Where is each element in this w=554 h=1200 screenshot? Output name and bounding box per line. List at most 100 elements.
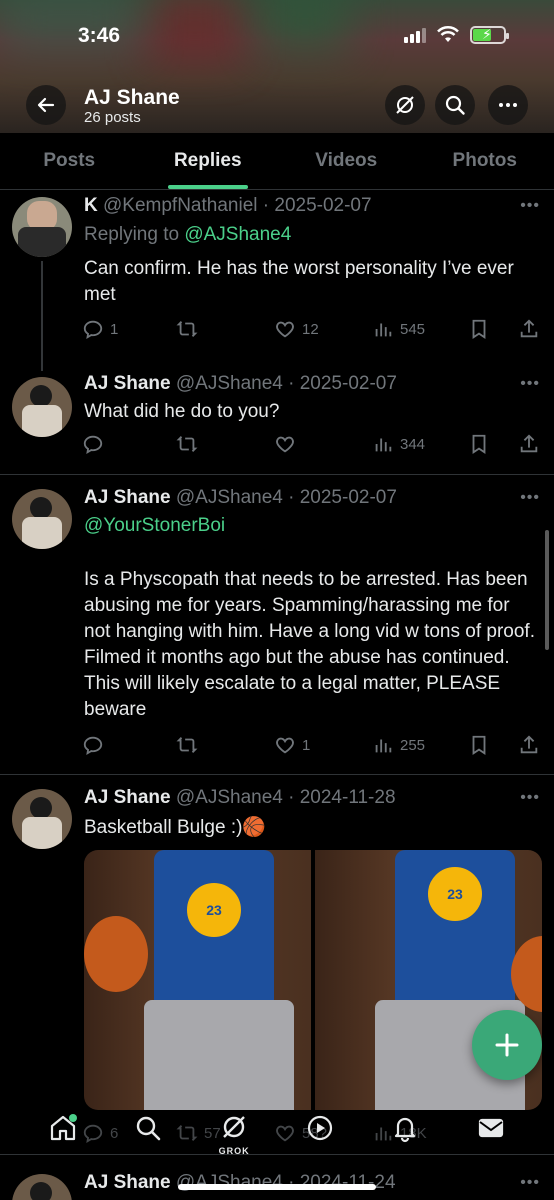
wifi-icon	[437, 26, 459, 42]
tweet-mention: @YourStonerBoi	[84, 513, 540, 539]
reply-icon	[83, 320, 103, 340]
author-name[interactable]: AJ Shane	[84, 1172, 171, 1193]
mail-icon	[479, 1118, 504, 1138]
tweet-text: Can confirm. He has the worst personalit…	[84, 258, 514, 305]
author-handle-date: @AJShane4 · 2025-02-07	[175, 373, 397, 394]
replying-to-prefix: Replying to	[84, 224, 185, 245]
play-circle-icon	[307, 1115, 332, 1141]
reply-icon	[83, 435, 103, 455]
share-button[interactable]	[518, 734, 540, 756]
author-name[interactable]: AJ Shane	[84, 487, 171, 508]
reply-icon	[83, 736, 103, 756]
views-icon	[375, 438, 392, 452]
bell-icon	[395, 1117, 416, 1143]
avatar[interactable]	[12, 1174, 72, 1200]
tweet[interactable]: AJ Shane @AJShane4 · 2024-11-24 •••	[0, 1160, 554, 1200]
avatar[interactable]	[12, 789, 72, 849]
tweet-more-icon[interactable]: •••	[520, 375, 540, 393]
more-button[interactable]	[488, 85, 528, 125]
author-name[interactable]: AJ Shane	[84, 787, 171, 808]
avatar[interactable]	[12, 489, 72, 549]
views-button[interactable]: 344	[372, 433, 425, 455]
nav-search[interactable]	[128, 1108, 168, 1148]
views-button[interactable]: 545	[372, 318, 425, 340]
media-photo-1[interactable]: 23	[84, 850, 311, 1110]
heart-icon	[276, 737, 294, 754]
notification-dot	[68, 1114, 77, 1122]
tweet-actions: 1 12 545	[82, 318, 542, 342]
repost-button[interactable]	[176, 433, 204, 455]
battery-icon: ⚡	[470, 26, 509, 44]
tab-label: Videos	[315, 150, 378, 171]
back-button[interactable]	[26, 85, 66, 125]
bookmark-button[interactable]	[468, 318, 490, 340]
tweet-actions: 1 255	[82, 734, 542, 758]
tab-replies[interactable]: Replies	[139, 133, 278, 189]
tweet-meta: AJ Shane @AJShane4 · 2024-11-24	[84, 1172, 396, 1194]
bottom-nav: GROK	[0, 1098, 554, 1158]
author-handle-date: @AJShane4 · 2024-11-28	[175, 787, 396, 808]
bookmark-button[interactable]	[468, 734, 490, 756]
tweet[interactable]: AJ Shane @AJShane4 · 2025-02-07 ••• @You…	[0, 475, 554, 775]
views-count: 255	[400, 736, 426, 754]
repost-icon	[176, 321, 198, 337]
tweet[interactable]: K @KempfNathaniel · 2025-02-07 ••• Reply…	[0, 191, 554, 371]
nav-notifications[interactable]	[385, 1108, 425, 1148]
tweet-text: What did he do to you?	[84, 401, 280, 422]
profile-name: AJ Shane	[84, 86, 180, 109]
replying-to: Replying to @AJShane4	[84, 224, 291, 246]
tab-videos[interactable]: Videos	[277, 133, 416, 189]
nav-home[interactable]	[43, 1108, 83, 1148]
shorts	[144, 1000, 294, 1110]
tweet-more-icon[interactable]: •••	[520, 1174, 540, 1192]
grok-button[interactable]	[385, 85, 425, 125]
heart-icon	[276, 321, 294, 338]
tweet-more-icon[interactable]: •••	[520, 197, 540, 215]
nav-media[interactable]	[300, 1108, 340, 1148]
author-name[interactable]: AJ Shane	[84, 373, 171, 394]
compose-button[interactable]	[472, 1010, 542, 1080]
replying-to-link[interactable]: @AJShane4	[184, 224, 291, 245]
reply-count: 1	[110, 320, 119, 338]
tab-photos[interactable]: Photos	[416, 133, 554, 189]
more-icon	[499, 103, 517, 107]
views-button[interactable]: 255	[372, 734, 425, 756]
team-logo: 23	[425, 864, 485, 924]
tab-posts[interactable]: Posts	[0, 133, 139, 189]
bookmark-button[interactable]	[468, 433, 490, 455]
reply-button[interactable]	[82, 734, 110, 756]
share-button[interactable]	[518, 318, 540, 340]
reply-button[interactable]: 1	[82, 318, 118, 340]
avatar[interactable]	[12, 197, 72, 257]
nav-grok[interactable]: GROK	[214, 1108, 254, 1156]
share-icon	[520, 434, 538, 453]
like-button[interactable]: 12	[274, 318, 319, 340]
like-button[interactable]	[274, 433, 302, 455]
tweet-text: Is a Physcopath that needs to be arreste…	[84, 569, 535, 720]
repost-button[interactable]	[176, 734, 204, 756]
nav-messages[interactable]	[471, 1108, 511, 1148]
like-button[interactable]: 1	[274, 734, 310, 756]
bookmark-icon	[472, 319, 486, 339]
tweet-text: Basketball Bulge :)🏀	[84, 817, 267, 838]
author-name[interactable]: K	[84, 195, 98, 216]
reply-button[interactable]	[82, 433, 110, 455]
repost-button[interactable]	[176, 318, 204, 340]
tweet-media[interactable]: 23 23	[84, 850, 542, 1110]
tweet[interactable]: AJ Shane @AJShane4 · 2025-02-07 ••• What…	[0, 371, 554, 475]
search-button[interactable]	[435, 85, 475, 125]
tweet-more-icon[interactable]: •••	[520, 489, 540, 507]
status-time: 3:46	[78, 24, 121, 47]
avatar[interactable]	[12, 377, 72, 437]
bookmark-icon	[472, 434, 486, 454]
tweet-more-icon[interactable]: •••	[520, 789, 540, 807]
plus-icon	[495, 1033, 519, 1057]
scrollbar[interactable]	[545, 530, 549, 650]
search-icon	[137, 1116, 161, 1141]
mention-link[interactable]: @YourStonerBoi	[84, 515, 225, 536]
author-handle-date: @AJShane4 · 2025-02-07	[175, 487, 397, 508]
grok-icon	[396, 96, 414, 114]
views-icon	[375, 323, 392, 337]
share-button[interactable]	[518, 433, 540, 455]
home-indicator[interactable]	[178, 1184, 376, 1190]
